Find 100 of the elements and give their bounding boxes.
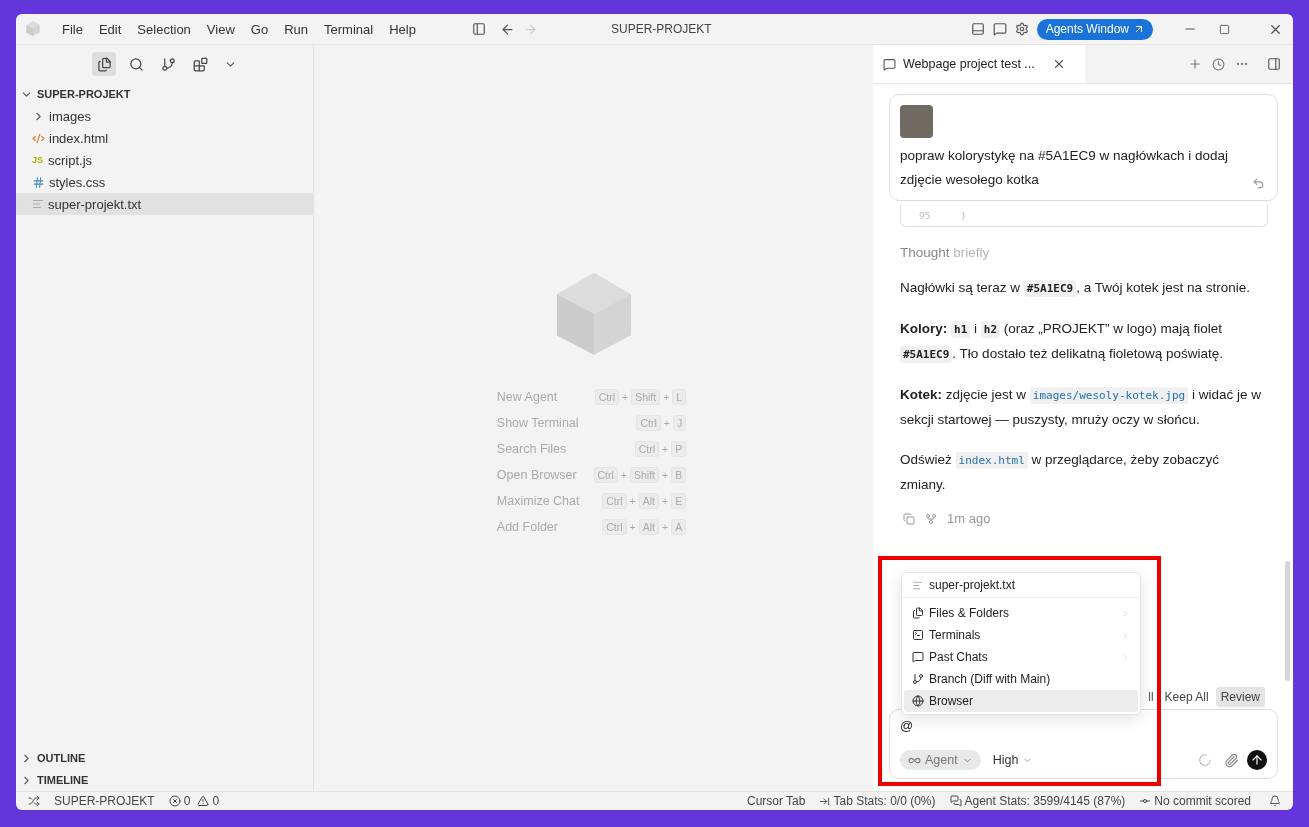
window-title: SUPER-PROJEKT: [611, 22, 712, 36]
plus-sign: +: [663, 416, 670, 429]
tab-stats-status[interactable]: Tab Stats: 0/0 (0%): [819, 794, 936, 808]
chat-tab[interactable]: Webpage project test ...: [873, 45, 1085, 83]
chat-icon[interactable]: [992, 22, 1007, 36]
undo-all-fragment[interactable]: ll: [1148, 690, 1154, 704]
plus-sign: +: [662, 520, 669, 533]
menu-item[interactable]: Help: [381, 21, 424, 37]
agent-mode-button[interactable]: Agent: [900, 750, 981, 770]
tab-arrow-icon: [819, 795, 831, 807]
key-cap: Ctrl: [593, 466, 618, 483]
plus-sign: +: [629, 494, 636, 507]
commit-status[interactable]: No commit scored: [1139, 794, 1251, 808]
tree-item[interactable]: images: [16, 105, 313, 127]
key-cap: B: [671, 466, 687, 483]
key-cap: Ctrl: [634, 440, 659, 457]
menu-item[interactable]: Past Chats: [904, 646, 1138, 668]
menu-item-label: Files & Folders: [929, 606, 1010, 620]
key-cap: Shift: [631, 388, 661, 405]
menu-item[interactable]: Browser: [904, 690, 1138, 712]
plus-sign: +: [662, 494, 669, 507]
key-cap: J: [672, 414, 687, 431]
menu-item[interactable]: Files & Folders: [904, 602, 1138, 624]
warning-icon: [197, 795, 210, 807]
hash-icon: [32, 175, 45, 189]
user-message: popraw kolorystykę na #5A1EC9 w nagłówkach i dodaj zdjęcie wesołego kotka: [900, 147, 1229, 189]
review-button[interactable]: Review: [1215, 687, 1265, 707]
key-cap: E: [671, 492, 687, 509]
photo-placeholder: [900, 105, 933, 138]
timestamp: 1m ago: [947, 511, 991, 526]
thought-label: Thought briefly: [900, 245, 991, 260]
files-view-button[interactable]: [92, 52, 116, 76]
shortcut-label: Maximize Chat: [496, 492, 580, 510]
js-icon: JS: [32, 155, 44, 165]
problems-indicator[interactable]: 0 0: [168, 794, 220, 808]
shortcut-label: Add Folder: [496, 518, 559, 536]
paperclip-icon[interactable]: [1224, 752, 1239, 768]
settings-icon[interactable]: [1014, 22, 1029, 36]
agent-stats-status[interactable]: Agent Stats: 3599/4145 (87%): [949, 794, 1126, 808]
shortcut-label: Open Browser: [496, 466, 578, 484]
key-cap: A: [671, 518, 687, 535]
key-cap: Ctrl: [602, 492, 627, 509]
message-paragraph: Kolory: h1 i h2 (oraz „PROJEKT” w logo) mają fiolet #5A1EC9 . Tło dostało też delikatną fioletową poświatę.: [900, 320, 1225, 365]
message-paragraph: Odśwież index.html w przeglądarce, żeby zobaczyć zmiany.: [900, 451, 1221, 494]
arrow-up-right-icon: [1133, 23, 1145, 35]
cursor-tab-status[interactable]: Cursor Tab: [747, 794, 806, 808]
tree-item[interactable]: styles.css: [16, 171, 313, 193]
fork-icon[interactable]: [925, 512, 937, 525]
keep-all-button[interactable]: Keep All: [1163, 687, 1210, 707]
tree-item[interactable]: JS script.js: [16, 149, 313, 171]
plus-sign: +: [629, 520, 636, 533]
menu-item-label: Browser: [929, 694, 973, 708]
key-cap: P: [671, 440, 687, 457]
menu-item[interactable]: Run: [276, 21, 316, 37]
menu-item[interactable]: View: [198, 21, 243, 37]
tree-item[interactable]: SUPER-PROJEKT: [16, 83, 313, 105]
plus-sign: +: [622, 390, 629, 403]
input-field[interactable]: @: [900, 718, 1267, 733]
workspace-name[interactable]: SUPER-PROJEKT: [54, 794, 155, 808]
section-header[interactable]: OUTLINE: [16, 747, 313, 769]
menu-item[interactable]: Terminal: [316, 21, 382, 37]
scrollbar[interactable]: [1285, 561, 1290, 681]
remote-icon[interactable]: [28, 795, 40, 807]
menu-item-label: Past Chats: [929, 650, 988, 664]
code-icon: [32, 131, 45, 145]
message-paragraph: Kotek: zdjęcie jest w images/wesoly-kotek.jpg i widać je w sekcji startowej — puszysty, mruży oczy w słońcu.: [900, 386, 1262, 429]
menu-item-label: Branch (Diff with Main): [929, 672, 1051, 686]
chat-icon: [912, 651, 924, 663]
key-cap: Alt: [638, 492, 659, 509]
tree-item[interactable]: super-projekt.txt: [16, 193, 313, 215]
plus-sign: +: [620, 468, 627, 481]
menu-item[interactable]: Go: [242, 21, 277, 37]
plus-sign: +: [663, 390, 670, 403]
text-file-icon: [32, 198, 44, 210]
section-header[interactable]: TIMELINE: [16, 769, 313, 791]
key-cap: Ctrl: [636, 414, 661, 431]
menu-item[interactable]: Branch (Diff with Main): [904, 668, 1138, 690]
panel-icon[interactable]: [970, 22, 985, 36]
tree-item[interactable]: index.html: [16, 127, 313, 149]
error-icon: [168, 795, 181, 807]
undo-icon[interactable]: [1252, 177, 1265, 190]
maximize-icon[interactable]: [1219, 23, 1230, 35]
menu-item[interactable]: Edit: [90, 21, 130, 37]
menu-item[interactable]: Selection: [129, 21, 199, 37]
agents-window-button[interactable]: Agents Window: [1036, 18, 1153, 40]
plus-sign: +: [662, 468, 669, 481]
menu-item[interactable]: File: [54, 21, 91, 37]
app-logo-icon: [26, 21, 40, 37]
menu-item[interactable]: super-projekt.txt: [902, 573, 1140, 598]
bell-icon[interactable]: [1269, 795, 1281, 807]
arrow-up-icon: [1250, 753, 1264, 767]
send-button[interactable]: [1247, 750, 1267, 770]
shortcut-label: Show Terminal: [496, 414, 580, 432]
menu-item[interactable]: Terminals: [904, 624, 1138, 646]
key-cap: Shift: [630, 466, 659, 483]
key-cap: Ctrl: [602, 518, 627, 535]
sidebar-toggle-icon[interactable]: [471, 22, 486, 36]
effort-dropdown[interactable]: High: [988, 753, 1038, 767]
tab-title: Webpage project test ...: [903, 57, 1035, 71]
branch-icon: [912, 673, 924, 685]
